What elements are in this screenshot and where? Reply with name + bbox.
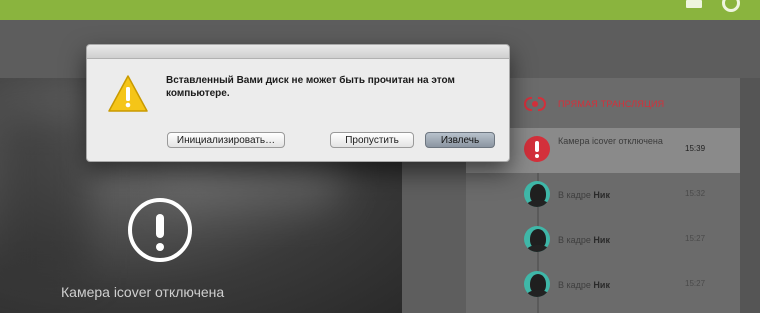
disk-error-dialog: Вставленный Вами диск не может быть проч… [86,44,510,162]
initialize-button[interactable]: Инициализировать… [167,132,285,148]
live-header: ПРЯМАЯ ТРАНСЛЯЦИЯ [524,97,664,111]
feed-item-prefix: В кадре [558,190,594,200]
face-avatar [524,271,550,297]
feed-item[interactable]: В кадре Ник 15:27 [466,218,740,263]
feed-item-time: 15:27 [685,279,706,288]
feed-item-name: Ник [593,235,610,245]
panel-edge [740,78,760,313]
feed-item-time: 15:27 [685,234,706,243]
camera-icon[interactable] [686,0,702,8]
video-blur [0,118,90,278]
feed-item[interactable]: В кадре Ник 15:32 [466,173,740,218]
dialog-message: Вставленный Вами диск не может быть проч… [166,75,455,99]
skip-button[interactable]: Пропустить [330,132,414,148]
alert-icon [128,198,192,262]
feed-item[interactable]: В кадре Ник 15:27 [466,263,740,308]
video-status-text: Камера icover отключена [61,284,225,300]
feed-item-text: В кадре Ник [558,189,676,201]
face-avatar [524,181,550,207]
feed-item-name: Ник [593,280,610,290]
top-bar [0,0,760,20]
feed-item-text: Камера icover отключена [558,136,663,146]
dialog-titlebar[interactable] [87,45,509,59]
warning-icon [108,75,148,112]
feed-item-text: В кадре Ник [558,279,676,291]
feed-item-prefix: В кадре [558,280,594,290]
feed-item-prefix: В кадре [558,235,594,245]
gear-icon[interactable] [722,0,740,12]
face-avatar [524,226,550,252]
eject-button[interactable]: Извлечь [425,132,495,148]
live-label: ПРЯМАЯ ТРАНСЛЯЦИЯ [558,99,665,109]
feed-item-text: В кадре Ник [558,234,676,246]
feed-item-time: 15:32 [685,189,706,198]
alert-icon [524,136,550,162]
feed-item-time: 15:39 [685,144,706,153]
feed-item-name: Ник [593,190,610,200]
broadcast-icon [524,97,546,111]
